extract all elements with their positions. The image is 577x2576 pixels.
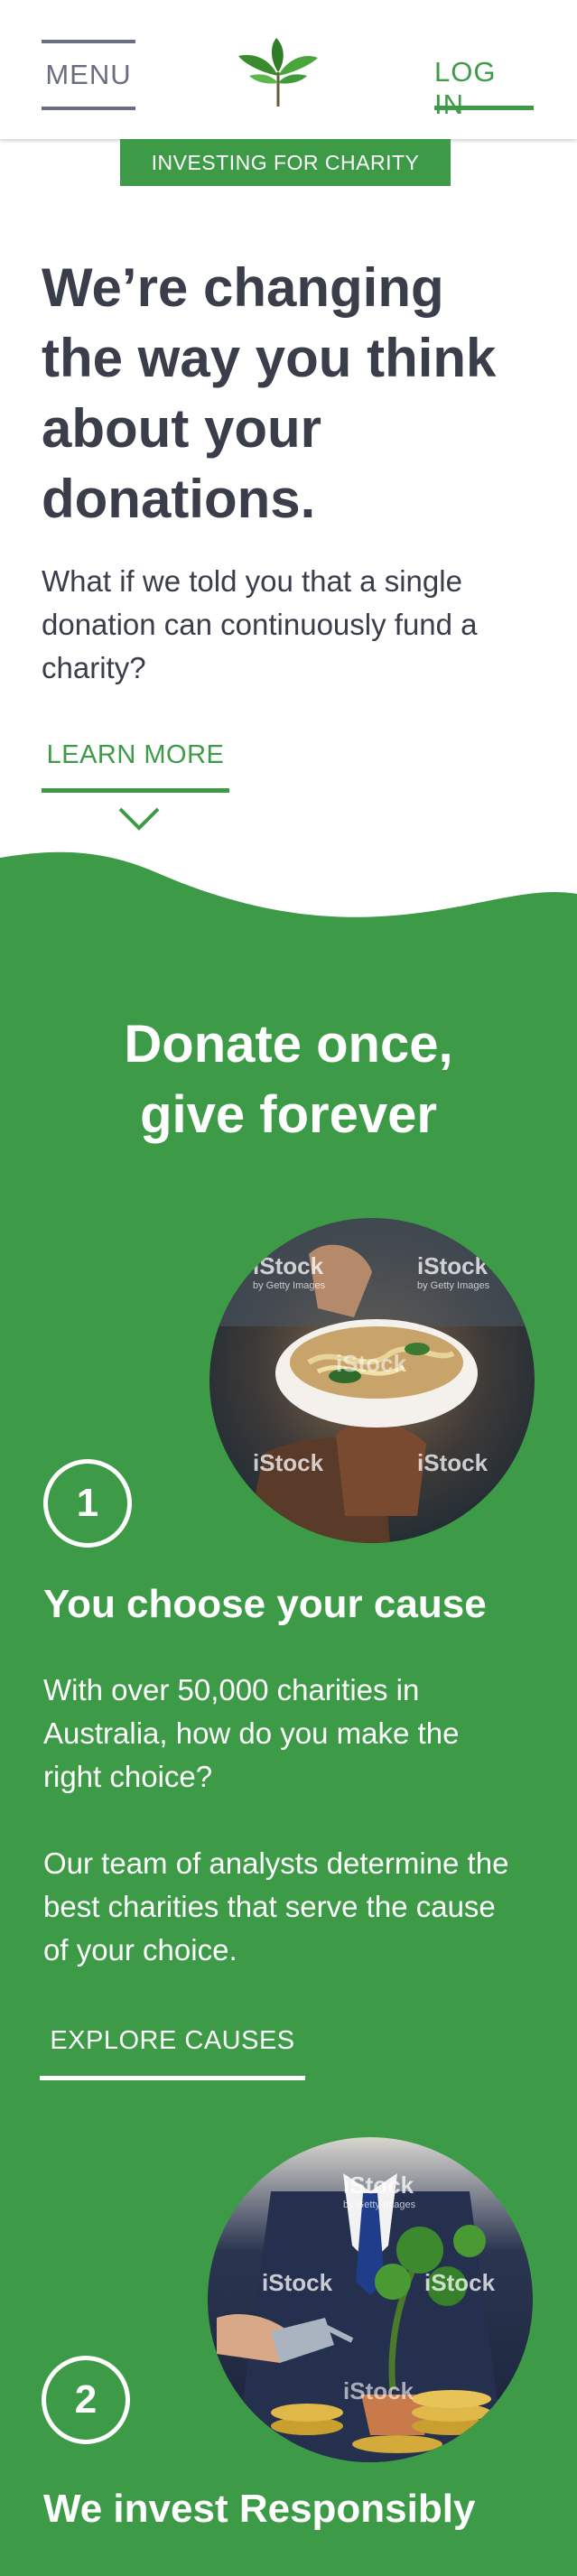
section-title-line: give forever xyxy=(140,1085,437,1144)
watermark-text: iStock xyxy=(343,2377,414,2404)
hero-title: We’re changing the way you think about y… xyxy=(42,253,547,535)
hero-title-line: We’re changing xyxy=(42,257,444,318)
step-title: You choose your cause xyxy=(43,1582,487,1626)
watermark-text: iStock xyxy=(253,1449,324,1476)
watermark-text: iStock xyxy=(336,1350,407,1377)
watermark-text: iStock xyxy=(417,1252,489,1279)
login-button[interactable]: LOG IN xyxy=(434,51,534,120)
learn-more-button[interactable]: LEARN MORE xyxy=(42,737,229,793)
watermark-subtext: by Getty Images xyxy=(343,2199,416,2210)
step-number-badge: 1 xyxy=(43,1459,132,1548)
section-title-line: Donate once, xyxy=(124,1015,453,1074)
hero-title-line: donations. xyxy=(42,469,316,529)
watermark-subtext: by Getty Images xyxy=(417,1280,490,1291)
wave-divider xyxy=(0,851,577,948)
hero-title-line: about your xyxy=(42,398,321,459)
watermark-text: iStock xyxy=(417,1449,489,1476)
step-paragraph: With over 50,000 charities in Australia,… xyxy=(43,1673,460,1793)
watermark-text: iStock xyxy=(343,2171,414,2199)
watermark-subtext: by Getty Images xyxy=(253,1280,326,1291)
step-paragraph: Our team of analysts determine the best … xyxy=(43,1846,509,1967)
tagline-badge: INVESTING FOR CHARITY xyxy=(120,139,451,186)
cause-photo: iStock iStock iStock iStock iStock by Ge… xyxy=(209,1218,535,1543)
watermark-text: iStock xyxy=(424,2269,496,2296)
step-number-badge: 2 xyxy=(42,2356,130,2444)
site-header: MENU LOG IN xyxy=(0,0,577,139)
chevron-down-icon[interactable] xyxy=(117,805,161,832)
menu-button[interactable]: MENU xyxy=(42,40,135,110)
plant-leaves-icon[interactable] xyxy=(233,36,323,108)
hero-description: What if we told you that a single donati… xyxy=(42,564,478,684)
watermark-text: iStock xyxy=(262,2269,333,2296)
explore-causes-button[interactable]: EXPLORE CAUSES xyxy=(40,2023,305,2080)
hero-title-line: the way you think xyxy=(42,328,497,388)
invest-photo: iStock iStock iStock iStock by Getty Ima… xyxy=(208,2137,533,2462)
section-title: Donate once, give forever xyxy=(0,1009,577,1150)
step-title: We invest Responsibly xyxy=(43,2487,476,2531)
